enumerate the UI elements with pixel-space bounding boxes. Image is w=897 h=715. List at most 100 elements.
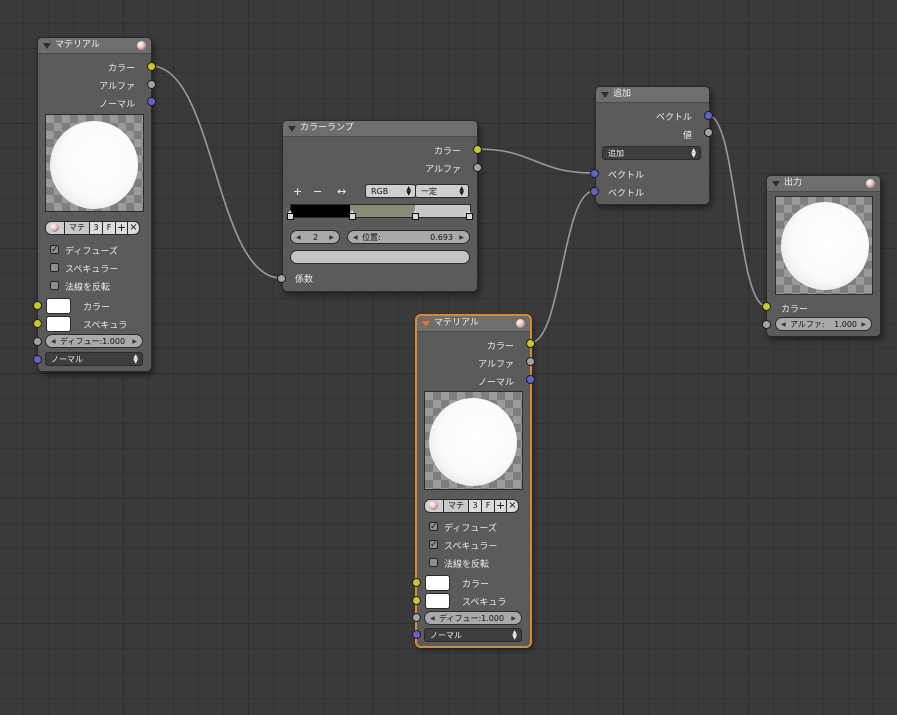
material1-color-output-socket[interactable] <box>147 62 156 71</box>
flip-ramp-button[interactable]: ↔ <box>337 186 346 198</box>
remove-stop-button[interactable]: − <box>313 186 322 198</box>
output-alpha-input-socket[interactable] <box>762 320 771 329</box>
interpolation-dropdown[interactable]: 一定 ▲ ▼ <box>415 184 469 198</box>
material2-diffuse-input-socket[interactable] <box>412 613 421 622</box>
color-mode-dropdown[interactable]: RGB ▲ ▼ <box>365 184 416 198</box>
diffuse-checkbox[interactable]: ✓ <box>50 245 59 255</box>
add-stop-button[interactable]: + <box>293 186 302 198</box>
specular-checkbox[interactable] <box>50 263 59 272</box>
invert-normal-checkbox[interactable] <box>429 558 438 567</box>
specular-label: スペキュラー <box>65 265 119 275</box>
material-datablock[interactable]: マテ 3 F + × <box>45 221 140 235</box>
collapse-triangle-icon[interactable] <box>43 43 51 49</box>
invert-normal-checkbox[interactable] <box>50 281 59 290</box>
ramp-stop-0[interactable] <box>287 210 294 220</box>
output-node[interactable]: 出力 カラー ◀ アルファ: 1.000 ▶ <box>766 175 881 337</box>
stop-color-field[interactable] <box>290 250 470 264</box>
material-users-button[interactable]: 3 <box>468 499 482 513</box>
collapse-triangle-icon[interactable] <box>288 126 296 132</box>
material-preview <box>424 391 523 490</box>
material1-normal-output-socket[interactable] <box>147 97 156 106</box>
diffuse-checkbox[interactable]: ✓ <box>429 522 438 532</box>
add-node[interactable]: 追加 ベクトル 値 追加 ▲ ▼ ベクトル ベクトル <box>595 86 710 205</box>
decrement-arrow-icon[interactable]: ◀ <box>353 231 358 245</box>
output-color-label: カラー <box>433 147 461 157</box>
spec-input-swatch[interactable] <box>46 316 71 332</box>
color-ramp-header[interactable]: カラーランプ <box>283 121 477 137</box>
material2-color-output-socket[interactable] <box>526 339 535 348</box>
color-ramp-bar[interactable] <box>290 204 471 218</box>
material-node-2[interactable]: マテリアル カラー アルファ ノーマル マテ 3 F + × ✓ ディフューズ … <box>416 315 531 647</box>
ramp-stop-2-active[interactable] <box>412 210 419 220</box>
factor-input-label: 係数 <box>295 275 314 285</box>
material-node-2-header[interactable]: マテリアル <box>417 316 530 332</box>
active-stop-index-field[interactable]: ◀ 2 ▶ <box>290 230 340 244</box>
increment-arrow-icon[interactable]: ▶ <box>511 612 516 626</box>
material-browse-icon[interactable] <box>424 499 444 513</box>
output-color-input-socket[interactable] <box>762 302 771 311</box>
material-node-1[interactable]: マテリアル カラー アルファ ノーマル マテ 3 F + × ✓ ディフューズ … <box>37 37 152 372</box>
fake-user-button[interactable]: F <box>102 221 116 235</box>
color-input-swatch[interactable] <box>46 298 71 314</box>
alpha-input-field[interactable]: ◀ アルファ: 1.000 ▶ <box>775 317 872 331</box>
increment-arrow-icon[interactable]: ▶ <box>329 231 334 245</box>
diffuse-intensity-field[interactable]: ◀ ディフュー:1.000 ▶ <box>424 611 522 625</box>
colorramp-factor-input-socket[interactable] <box>277 274 286 283</box>
material-node-1-header[interactable]: マテリアル <box>38 38 151 54</box>
ramp-stop-1[interactable] <box>349 210 356 220</box>
node-title: マテリアル <box>434 318 479 328</box>
material-name-field[interactable]: マテ <box>64 221 90 235</box>
collapse-triangle-icon[interactable] <box>422 321 430 327</box>
spec-input-swatch[interactable] <box>425 593 450 609</box>
material1-color-input-socket[interactable] <box>33 301 42 310</box>
colorramp-alpha-output-socket[interactable] <box>473 163 482 172</box>
material1-alpha-output-socket[interactable] <box>147 80 156 89</box>
increment-arrow-icon[interactable]: ▶ <box>132 335 137 349</box>
color-input-swatch[interactable] <box>425 575 450 591</box>
material-name-field[interactable]: マテ <box>443 499 469 513</box>
remove-material-icon[interactable]: × <box>506 499 519 513</box>
material-datablock[interactable]: マテ 3 F + × <box>424 499 519 513</box>
node-title: 出力 <box>784 178 803 188</box>
material1-diffuse-input-socket[interactable] <box>33 337 42 346</box>
decrement-arrow-icon[interactable]: ◀ <box>430 612 435 626</box>
normal-dropdown[interactable]: ノーマル ▲ ▼ <box>424 628 522 642</box>
stop-position-field[interactable]: ◀ 位置: 0.693 ▶ <box>347 230 470 244</box>
decrement-arrow-icon[interactable]: ◀ <box>296 231 301 245</box>
material1-spec-input-socket[interactable] <box>33 319 42 328</box>
node-title: 追加 <box>613 89 632 99</box>
output-node-header[interactable]: 出力 <box>767 176 880 192</box>
material-users-button[interactable]: 3 <box>89 221 103 235</box>
material-preview <box>45 114 144 212</box>
collapse-triangle-icon[interactable] <box>601 92 609 98</box>
increment-arrow-icon[interactable]: ▶ <box>459 231 464 245</box>
add-vector1-input-socket[interactable] <box>590 169 599 178</box>
ramp-stop-3[interactable] <box>466 210 473 220</box>
specular-checkbox[interactable]: ✓ <box>429 540 438 550</box>
normal-dropdown[interactable]: ノーマル ▲ ▼ <box>45 352 143 366</box>
add-node-header[interactable]: 追加 <box>596 87 709 103</box>
collapse-triangle-icon[interactable] <box>772 181 780 187</box>
up-down-arrows-icon: ▲ ▼ <box>459 185 464 197</box>
material2-alpha-output-socket[interactable] <box>526 357 535 366</box>
output-normal-label: ノーマル <box>98 100 135 110</box>
material2-normal-input-socket[interactable] <box>412 630 421 639</box>
add-vector2-input-socket[interactable] <box>590 187 599 196</box>
operation-dropdown[interactable]: 追加 ▲ ▼ <box>602 146 701 160</box>
add-value-output-socket[interactable] <box>704 128 713 137</box>
material1-normal-input-socket[interactable] <box>33 355 42 364</box>
material2-spec-input-socket[interactable] <box>412 596 421 605</box>
link-material2-add <box>529 190 595 344</box>
add-vector-output-socket[interactable] <box>704 111 713 120</box>
material2-normal-output-socket[interactable] <box>526 375 535 384</box>
decrement-arrow-icon[interactable]: ◀ <box>781 318 786 332</box>
colorramp-color-output-socket[interactable] <box>473 145 482 154</box>
fake-user-button[interactable]: F <box>481 499 495 513</box>
color-ramp-node[interactable]: カラーランプ カラー アルファ + − ↔ RGB ▲ ▼ 一定 ▲ ▼ ◀ 2 ▶… <box>282 120 478 292</box>
increment-arrow-icon[interactable]: ▶ <box>861 318 866 332</box>
remove-material-icon[interactable]: × <box>127 221 140 235</box>
material2-color-input-socket[interactable] <box>412 578 421 587</box>
diffuse-intensity-field[interactable]: ◀ ディフュー:1.000 ▶ <box>45 334 143 348</box>
decrement-arrow-icon[interactable]: ◀ <box>51 335 56 349</box>
material-browse-icon[interactable] <box>45 221 65 235</box>
